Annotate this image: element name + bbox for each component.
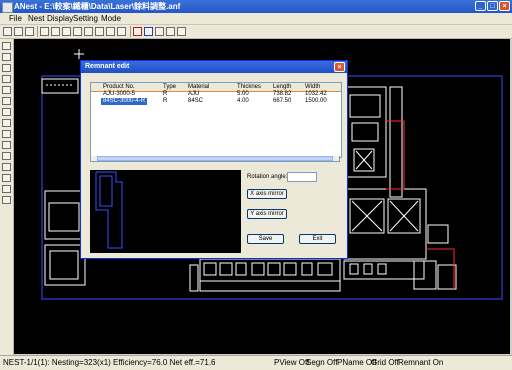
dialog-title-bar: Remnant edit × <box>81 61 347 73</box>
crosshair-cursor <box>74 49 84 59</box>
exit-button[interactable]: Exit <box>299 234 336 244</box>
menu-display[interactable]: Display <box>47 13 73 24</box>
column-length[interactable]: Length <box>273 83 291 91</box>
table-horizontal-scrollbar[interactable] <box>90 156 340 162</box>
status-bar: NEST-1/1(1): Nesting=323(x1) Efficiency=… <box>0 355 512 370</box>
snap-icon[interactable] <box>2 196 11 204</box>
menu-nest[interactable]: Nest <box>28 13 44 24</box>
help-icon[interactable] <box>177 27 186 36</box>
status-remnant[interactable]: Remnant On <box>398 356 443 370</box>
main-toolbar <box>0 25 512 39</box>
print-icon[interactable] <box>106 27 115 36</box>
nest-step-icon[interactable] <box>144 27 153 36</box>
zoom-window-icon[interactable] <box>2 75 11 83</box>
pan-icon[interactable] <box>2 86 11 94</box>
maximize-button[interactable]: □ <box>487 1 498 11</box>
column-thickness[interactable]: Thicknes <box>237 83 261 91</box>
delete-part-icon[interactable] <box>2 141 11 149</box>
status-segn[interactable]: Segn Off <box>306 356 337 370</box>
copy-icon[interactable] <box>84 27 93 36</box>
move-part-icon[interactable] <box>2 108 11 116</box>
status-grid[interactable]: Grid Off <box>371 356 399 370</box>
zoom-all-icon[interactable] <box>2 64 11 72</box>
menu-bar: File Nest Display Setting Mode <box>0 13 512 25</box>
rotation-angle-label: Rotation angle: <box>247 174 288 180</box>
open-part-icon[interactable] <box>40 27 49 36</box>
open-folder-icon[interactable] <box>14 27 23 36</box>
rotate-part-icon[interactable] <box>2 119 11 127</box>
cut-path-icon[interactable] <box>2 163 11 171</box>
column-product-no[interactable]: Product No. <box>103 83 135 91</box>
sheet-icon[interactable] <box>73 27 82 36</box>
column-material[interactable]: Material <box>188 83 209 91</box>
import-icon[interactable] <box>51 27 60 36</box>
zoom-in-icon[interactable] <box>2 42 11 50</box>
settings-icon[interactable] <box>166 27 175 36</box>
measure-icon[interactable] <box>2 152 11 160</box>
menu-mode[interactable]: Mode <box>101 13 121 24</box>
y-axis-mirror-button[interactable]: Y axis mirror <box>247 209 287 219</box>
dialog-title: Remnant edit <box>85 63 130 70</box>
window-title: ANest - E:\較案\鐵櫃\Data\Laser\餘料調整.anf <box>14 2 181 11</box>
left-toolbar <box>0 39 14 355</box>
export-icon[interactable] <box>62 27 71 36</box>
table-row-selected[interactable]: 84SC-3000-4-R R 84SC 4.00 667.50 1500.00 <box>91 98 341 105</box>
mirror-part-icon[interactable] <box>2 130 11 138</box>
dialog-close-icon[interactable]: × <box>334 62 345 72</box>
rotation-angle-input[interactable] <box>287 172 317 182</box>
x-axis-mirror-button[interactable]: X axis mirror <box>247 189 287 199</box>
nest-run-icon[interactable] <box>133 27 142 36</box>
report-icon[interactable] <box>155 27 164 36</box>
app-icon <box>2 2 13 13</box>
remnant-edit-dialog: Remnant edit × Product No. Type Material… <box>80 60 348 259</box>
preview-icon[interactable] <box>117 27 126 36</box>
remnant-icon[interactable] <box>2 174 11 182</box>
redraw-icon[interactable] <box>2 97 11 105</box>
save-icon[interactable] <box>25 27 34 36</box>
menu-file[interactable]: File <box>9 13 22 24</box>
status-pview[interactable]: PView Off <box>274 356 309 370</box>
paste-icon[interactable] <box>95 27 104 36</box>
menu-setting[interactable]: Setting <box>73 13 98 24</box>
column-width[interactable]: Width <box>305 83 320 91</box>
minimize-button[interactable]: _ <box>475 1 486 11</box>
layer-icon[interactable] <box>2 185 11 193</box>
status-nesting-info: NEST-1/1(1): Nesting=323(x1) Efficiency=… <box>3 358 216 367</box>
table-row[interactable]: AJU-3000-5 R AJU 5.00 738.82 1032.42 <box>91 91 341 98</box>
column-type[interactable]: Type <box>163 83 176 91</box>
title-bar: ANest - E:\較案\鐵櫃\Data\Laser\餘料調整.anf _ □… <box>0 0 512 13</box>
remnant-preview <box>90 170 241 253</box>
save-button[interactable]: Save <box>247 234 284 244</box>
scrollbar-thumb[interactable] <box>97 156 333 161</box>
zoom-out-icon[interactable] <box>2 53 11 61</box>
new-file-icon[interactable] <box>3 27 12 36</box>
remnant-table[interactable]: Product No. Type Material Thicknes Lengt… <box>90 82 342 158</box>
close-window-button[interactable]: × <box>499 1 510 11</box>
